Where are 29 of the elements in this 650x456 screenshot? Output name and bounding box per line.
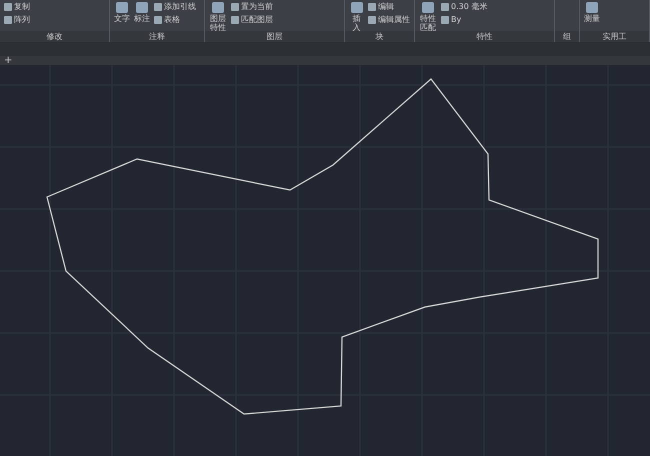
ribbon-button[interactable]: 特性匹配	[419, 2, 437, 31]
ribbon-button[interactable]: 插入	[349, 2, 364, 31]
ribbon-button[interactable]: 文字	[114, 2, 130, 23]
tool-icon	[586, 2, 598, 13]
tool-icon	[350, 2, 362, 13]
ribbon-button[interactable]: 图层特性	[209, 2, 227, 31]
ribbon-button[interactable]: 编辑	[368, 2, 410, 12]
ribbon-button[interactable]: 阵列	[4, 15, 30, 25]
ribbon-button[interactable]: 编辑属性	[368, 15, 410, 25]
tool-icon	[116, 2, 128, 13]
ribbon-button[interactable]: 测量	[584, 2, 600, 23]
new-tab-button[interactable]: +	[4, 56, 12, 66]
panel-title[interactable]: 注释	[149, 32, 165, 40]
ribbon-button[interactable]: 标注	[134, 2, 150, 23]
ribbon-button[interactable]: 0.30 毫米	[441, 2, 488, 12]
ribbon-button[interactable]: By	[441, 15, 488, 25]
panel-title[interactable]: 块	[376, 32, 384, 40]
panel-title[interactable]: 修改	[46, 32, 62, 40]
ribbon-button[interactable]: 添加引线	[154, 2, 196, 12]
tool-icon	[136, 2, 148, 13]
ribbon-button[interactable]: 表格	[154, 15, 196, 25]
tool-icon	[212, 2, 224, 13]
ribbon-button[interactable]: 复制	[4, 2, 30, 12]
ribbon-button[interactable]: 置为当前	[231, 2, 273, 12]
ribbon-button[interactable]: 匹配图层	[231, 15, 273, 25]
drawing-canvas[interactable]	[0, 65, 650, 456]
tool-icon	[422, 2, 434, 13]
panel-title[interactable]: 图层	[266, 32, 282, 40]
panel-title[interactable]: 特性	[476, 32, 492, 40]
